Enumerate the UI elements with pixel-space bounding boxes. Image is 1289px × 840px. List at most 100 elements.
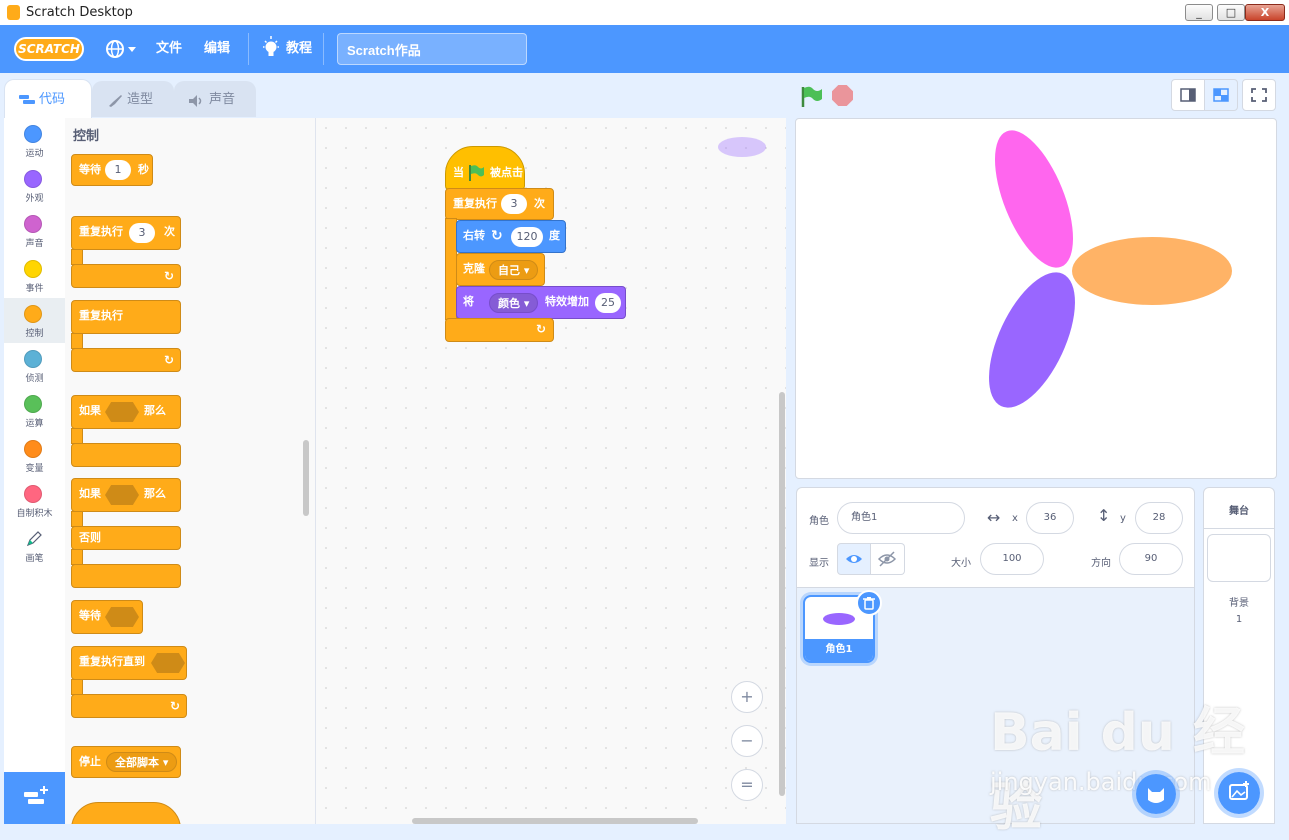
sprite-name-label: 角色	[809, 516, 829, 527]
tab-costumes[interactable]: 造型	[92, 81, 174, 117]
category-events[interactable]: 事件	[4, 253, 65, 298]
category-control[interactable]: 控制	[4, 298, 65, 343]
zoom-out-button[interactable]: −	[731, 725, 763, 757]
clone-target-dropdown[interactable]: 自己 ▾	[489, 260, 539, 280]
zoom-reset-button[interactable]: =	[731, 769, 763, 801]
category-label: 运动	[25, 149, 44, 159]
block-text: 重复执行	[79, 309, 123, 322]
block-repeat[interactable]: 重复执行 3 次	[71, 216, 181, 250]
tab-code[interactable]: 代码	[4, 79, 92, 119]
backdrop-label: 背景	[1229, 598, 1249, 609]
category-dot	[24, 395, 42, 413]
block-text: 右转	[463, 229, 485, 242]
workspace-scrollbar-vertical[interactable]	[779, 392, 785, 796]
block-input[interactable]: 1	[105, 160, 131, 180]
block-text: 重复执行	[79, 225, 123, 238]
category-motion[interactable]: 运动	[4, 118, 65, 163]
scratch-logo[interactable]: SCRATCH	[14, 37, 84, 61]
block-forever[interactable]: 重复执行	[71, 300, 181, 334]
block-text: 停止	[79, 755, 101, 768]
close-button[interactable]: X	[1245, 4, 1285, 21]
block-change-effect[interactable]: 将 颜色 ▾ 特效增加 25	[456, 286, 626, 319]
x-input[interactable]: 36	[1026, 502, 1074, 534]
tutorials-menu[interactable]: 教程	[262, 25, 312, 73]
file-menu[interactable]: 文件	[156, 25, 182, 73]
brush-icon	[109, 95, 122, 107]
block-repeat-bottom: ↻	[71, 264, 181, 288]
fullscreen-button[interactable]	[1242, 79, 1276, 111]
stage-canvas[interactable]	[795, 118, 1277, 479]
block-wait-until[interactable]: 等待	[71, 600, 143, 634]
small-stage-button[interactable]	[1171, 79, 1205, 111]
hide-sprite-button[interactable]	[871, 543, 905, 575]
block-create-clone[interactable]: 克隆 自己 ▾	[456, 253, 545, 286]
workspace-scrollbar-horizontal[interactable]	[412, 818, 698, 824]
block-turn-right[interactable]: 右转 ↻ 120 度	[456, 220, 566, 253]
block-clone-hat[interactable]	[71, 802, 181, 824]
backdrop-thumbnail[interactable]	[1207, 534, 1271, 582]
add-extension-button[interactable]	[4, 772, 65, 824]
block-if-else[interactable]: 如果 那么	[71, 478, 181, 512]
window-title: Scratch Desktop	[26, 5, 133, 20]
category-label: 控制	[25, 329, 44, 339]
dropdown-value: 颜色	[498, 297, 520, 310]
block-arm	[71, 249, 83, 265]
block-input[interactable]: 120	[511, 227, 543, 247]
block-stop[interactable]: 停止 全部脚本 ▾	[71, 746, 181, 778]
boolean-slot[interactable]	[151, 653, 185, 673]
script-workspace[interactable]: 当 被点击 重复执行 3 次 右转 ↻ 120 度 克隆 自己 ▾ 将 颜色 ▾…	[316, 118, 786, 824]
block-input[interactable]: 25	[595, 293, 621, 313]
x-label: x	[1012, 513, 1018, 524]
block-when-flag-clicked[interactable]: 当 被点击	[445, 146, 525, 190]
block-if-else-bottom	[71, 564, 181, 588]
block-text: 将	[463, 295, 474, 308]
choose-sprite-button[interactable]	[1132, 770, 1180, 818]
block-wait[interactable]: 等待 1 秒	[71, 154, 153, 186]
green-flag-button[interactable]	[800, 86, 824, 108]
block-text: 重复执行直到	[79, 655, 145, 668]
zoom-in-button[interactable]: +	[731, 681, 763, 713]
speaker-icon	[189, 95, 202, 107]
language-menu[interactable]	[104, 25, 138, 73]
show-sprite-button[interactable]	[837, 543, 871, 575]
palette-scrollbar[interactable]	[303, 440, 309, 516]
maximize-button[interactable]: □	[1217, 4, 1245, 21]
normal-stage-icon	[1213, 88, 1229, 102]
choose-backdrop-button[interactable]	[1214, 768, 1264, 818]
block-text: 度	[549, 229, 560, 242]
sprite-name-input[interactable]: 角色1	[837, 502, 965, 534]
add-extension-icon	[24, 786, 48, 804]
normal-stage-button[interactable]	[1204, 79, 1238, 111]
block-repeat[interactable]: 重复执行 3 次	[445, 188, 554, 220]
category-sensing[interactable]: 侦测	[4, 343, 65, 388]
minimize-button[interactable]: _	[1185, 4, 1213, 21]
block-input[interactable]: 3	[501, 194, 527, 214]
boolean-slot[interactable]	[105, 485, 139, 505]
block-repeat-until[interactable]: 重复执行直到	[71, 646, 187, 680]
category-looks[interactable]: 外观	[4, 163, 65, 208]
stop-button[interactable]	[832, 85, 853, 106]
category-dot	[24, 485, 42, 503]
category-pen[interactable]: 画笔	[4, 523, 65, 568]
tab-sounds[interactable]: 声音	[174, 81, 256, 117]
block-input[interactable]: 3	[129, 223, 155, 243]
project-title-input[interactable]	[337, 33, 527, 65]
block-if-then[interactable]: 如果 那么	[71, 395, 181, 429]
category-my-blocks[interactable]: 自制积木	[4, 478, 65, 523]
size-input[interactable]: 100	[980, 543, 1044, 575]
boolean-slot[interactable]	[105, 607, 139, 627]
direction-input[interactable]: 90	[1119, 543, 1183, 575]
category-variables[interactable]: 变量	[4, 433, 65, 478]
stop-option-dropdown[interactable]: 全部脚本 ▾	[106, 752, 178, 772]
minimize-icon: _	[1196, 6, 1202, 19]
delete-sprite-button[interactable]	[856, 590, 882, 616]
block-text: 那么	[144, 404, 166, 417]
boolean-slot[interactable]	[105, 402, 139, 422]
category-sound[interactable]: 声音	[4, 208, 65, 253]
edit-menu[interactable]: 编辑	[204, 25, 230, 73]
y-input[interactable]: 28	[1135, 502, 1183, 534]
loop-arrow-icon: ↻	[164, 353, 175, 367]
effect-type-dropdown[interactable]: 颜色 ▾	[489, 293, 539, 313]
small-stage-icon	[1180, 88, 1196, 102]
category-operators[interactable]: 运算	[4, 388, 65, 433]
